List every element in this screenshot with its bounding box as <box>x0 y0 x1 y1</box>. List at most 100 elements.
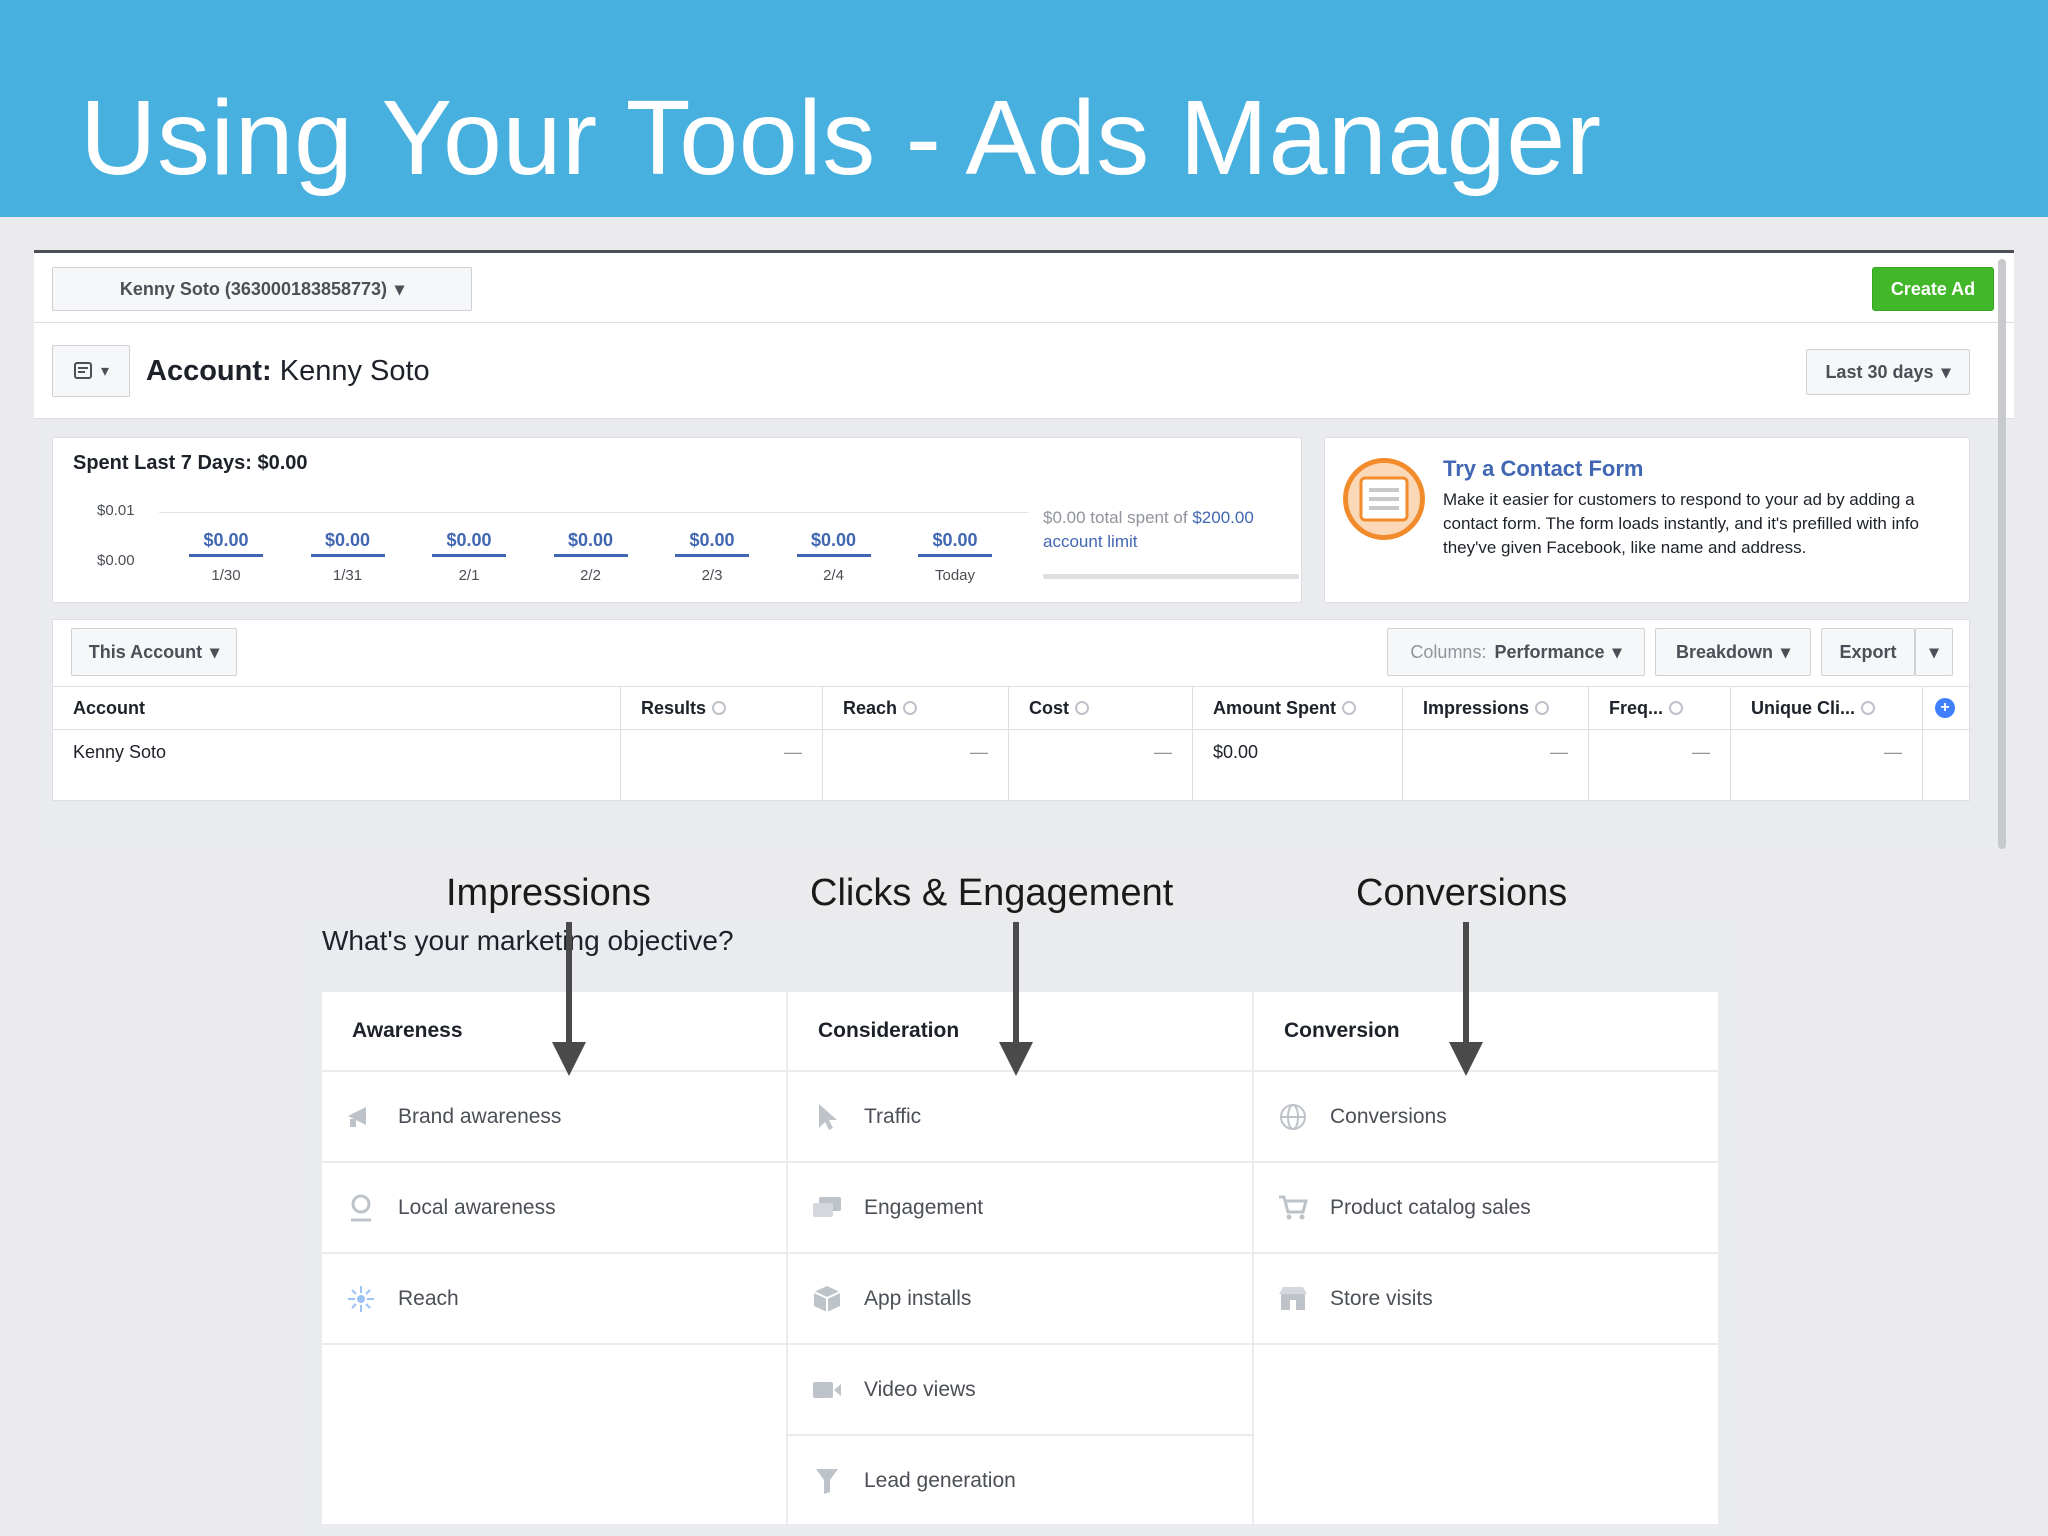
objective-option[interactable]: Engagement <box>788 1163 1252 1254</box>
promo-title-link[interactable]: Try a Contact Form <box>1443 456 1643 482</box>
chevron-down-icon: ▾ <box>100 363 110 380</box>
objective-option[interactable]: Brand awareness <box>322 1072 786 1163</box>
spend-day-date: 2/2 <box>580 567 601 584</box>
info-icon <box>712 701 727 715</box>
table-cell-account: Kenny Soto <box>53 730 621 800</box>
spend-day: $0.00 1/31 <box>310 530 385 584</box>
limit-amount-link[interactable]: $200.00 <box>1192 508 1253 527</box>
limit-suffix-link[interactable]: account limit <box>1043 532 1137 551</box>
chat-bubbles-icon <box>810 1191 844 1225</box>
column-header-cost[interactable]: Cost <box>1009 687 1193 729</box>
add-column-button[interactable]: + <box>1923 687 1971 729</box>
info-icon <box>1342 701 1356 715</box>
spend-day-value[interactable]: $0.00 <box>553 530 628 557</box>
view-menu-button[interactable]: ▾ <box>52 345 130 397</box>
promo-body: Make it easier for customers to respond … <box>1443 490 1919 557</box>
scope-selector[interactable]: This Account ▾ <box>71 628 237 676</box>
spend-day-value[interactable]: $0.00 <box>918 530 992 557</box>
column-header-frequency[interactable]: Freq... <box>1589 687 1731 729</box>
spend-day-date: 2/4 <box>823 567 844 584</box>
column-header-amount-spent[interactable]: Amount Spent <box>1193 687 1403 729</box>
spend-day: $0.00 2/2 <box>553 530 628 584</box>
breakdown-button[interactable]: Breakdown ▾ <box>1655 628 1811 676</box>
objective-option[interactable]: Store visits <box>1254 1254 1718 1345</box>
objective-option[interactable]: Traffic <box>788 1072 1252 1163</box>
spend-day-value[interactable]: $0.00 <box>310 530 385 557</box>
date-range-label: Last 30 days <box>1825 361 1934 382</box>
columns-button[interactable]: Columns: Performance ▾ <box>1387 628 1645 676</box>
objective-option-label: Reach <box>398 1286 459 1310</box>
column-header-impressions[interactable]: Impressions <box>1403 687 1589 729</box>
slide-title: Using Your Tools - Ads Manager <box>80 79 1602 197</box>
column-header-label: Unique Cli... <box>1751 697 1856 718</box>
spend-title: Spent Last 7 Days: $0.00 <box>73 452 308 474</box>
spend-day-date: 2/1 <box>458 567 480 584</box>
y-tick-top: $0.01 <box>97 502 135 519</box>
objective-column-conversion: Conversion Conversions Product catalog sal… <box>1254 992 1720 1524</box>
chevron-down-icon: ▾ <box>1780 641 1791 662</box>
account-selector[interactable]: Kenny Soto (363000183858773) ▾ <box>52 267 472 311</box>
account-name: Kenny Soto <box>279 355 430 387</box>
spend-day-value[interactable]: $0.00 <box>432 530 506 557</box>
spend-day: $0.00 1/30 <box>189 530 263 584</box>
spend-day-date: Today <box>934 567 976 584</box>
objective-option-label: Lead generation <box>864 1468 1016 1492</box>
store-icon <box>1276 1282 1310 1316</box>
objective-column-heading: Conversion <box>1254 992 1718 1072</box>
box-icon <box>810 1282 844 1316</box>
spend-day-value[interactable]: $0.00 <box>796 530 871 557</box>
spend-day-date: 2/3 <box>701 567 723 584</box>
columns-value: Performance <box>1494 641 1605 662</box>
objective-option-label: Local awareness <box>398 1195 556 1219</box>
column-header-label: Amount Spent <box>1213 697 1336 718</box>
column-header-account[interactable]: Account <box>53 687 621 729</box>
spend-day-date: 1/30 <box>211 567 241 584</box>
objective-option[interactable]: App installs <box>788 1254 1252 1345</box>
spend-day-value[interactable]: $0.00 <box>675 530 749 557</box>
objective-option[interactable]: Lead generation <box>788 1436 1252 1527</box>
create-ad-button[interactable]: Create Ad <box>1872 267 1994 311</box>
objective-option-label: Conversions <box>1330 1104 1447 1128</box>
globe-icon <box>1276 1100 1310 1134</box>
columns-label: Columns: <box>1410 641 1487 662</box>
column-header-label: Cost <box>1029 697 1069 718</box>
spend-day-value[interactable]: $0.00 <box>189 530 263 557</box>
table-row[interactable]: Kenny Soto — — — $0.00 — — — <box>53 730 1971 800</box>
spend-day: $0.00 2/1 <box>432 530 506 584</box>
vertical-scrollbar[interactable] <box>1998 259 2006 849</box>
column-header-unique-clicks[interactable]: Unique Cli... <box>1731 687 1923 729</box>
objective-option-label: Store visits <box>1330 1286 1433 1310</box>
column-header-label: Account <box>73 697 145 718</box>
export-button[interactable]: Export <box>1821 628 1915 676</box>
plus-icon: + <box>1935 698 1955 718</box>
limit-prefix: $0.00 total spent of <box>1043 508 1188 527</box>
spend-card: Spent Last 7 Days: $0.00 $0.01 $0.00 $0.… <box>52 437 1302 603</box>
account-label: Account: <box>146 355 272 387</box>
reach-icon <box>344 1282 378 1316</box>
objective-option[interactable]: Video views <box>788 1345 1252 1436</box>
date-range-button[interactable]: Last 30 days ▾ <box>1806 349 1970 395</box>
objective-option[interactable]: Conversions <box>1254 1072 1718 1163</box>
arrow-down-icon <box>1449 922 1483 1076</box>
arrow-down-icon <box>999 922 1033 1076</box>
objective-selector-screenshot: What's your marketing objective? Awarene… <box>300 920 1742 1536</box>
column-header-label: Impressions <box>1423 697 1530 718</box>
report-icon <box>73 362 92 379</box>
objective-option[interactable]: Product catalog sales <box>1254 1163 1718 1254</box>
table-cell-impressions: — <box>1403 730 1589 800</box>
cart-icon <box>1276 1191 1310 1225</box>
y-tick-bottom: $0.00 <box>97 552 135 569</box>
performance-table-card: This Account ▾ Columns: Performance ▾ Br… <box>52 619 1971 801</box>
column-header-results[interactable]: Results <box>621 687 823 729</box>
info-icon <box>1535 701 1550 715</box>
objective-option[interactable]: Local awareness <box>322 1163 786 1254</box>
column-header-reach[interactable]: Reach <box>823 687 1009 729</box>
form-icon <box>1343 458 1425 540</box>
table-header: Account Results Reach Cost Amount Spent … <box>53 686 1971 730</box>
objective-option[interactable]: Reach <box>322 1254 786 1345</box>
column-header-label: Results <box>641 697 707 718</box>
table-cell-cost: — <box>1009 730 1193 800</box>
chevron-down-icon: ▾ <box>1929 641 1939 662</box>
export-menu-button[interactable]: ▾ <box>1915 628 1953 676</box>
spend-day: $0.00 2/3 <box>675 530 749 584</box>
